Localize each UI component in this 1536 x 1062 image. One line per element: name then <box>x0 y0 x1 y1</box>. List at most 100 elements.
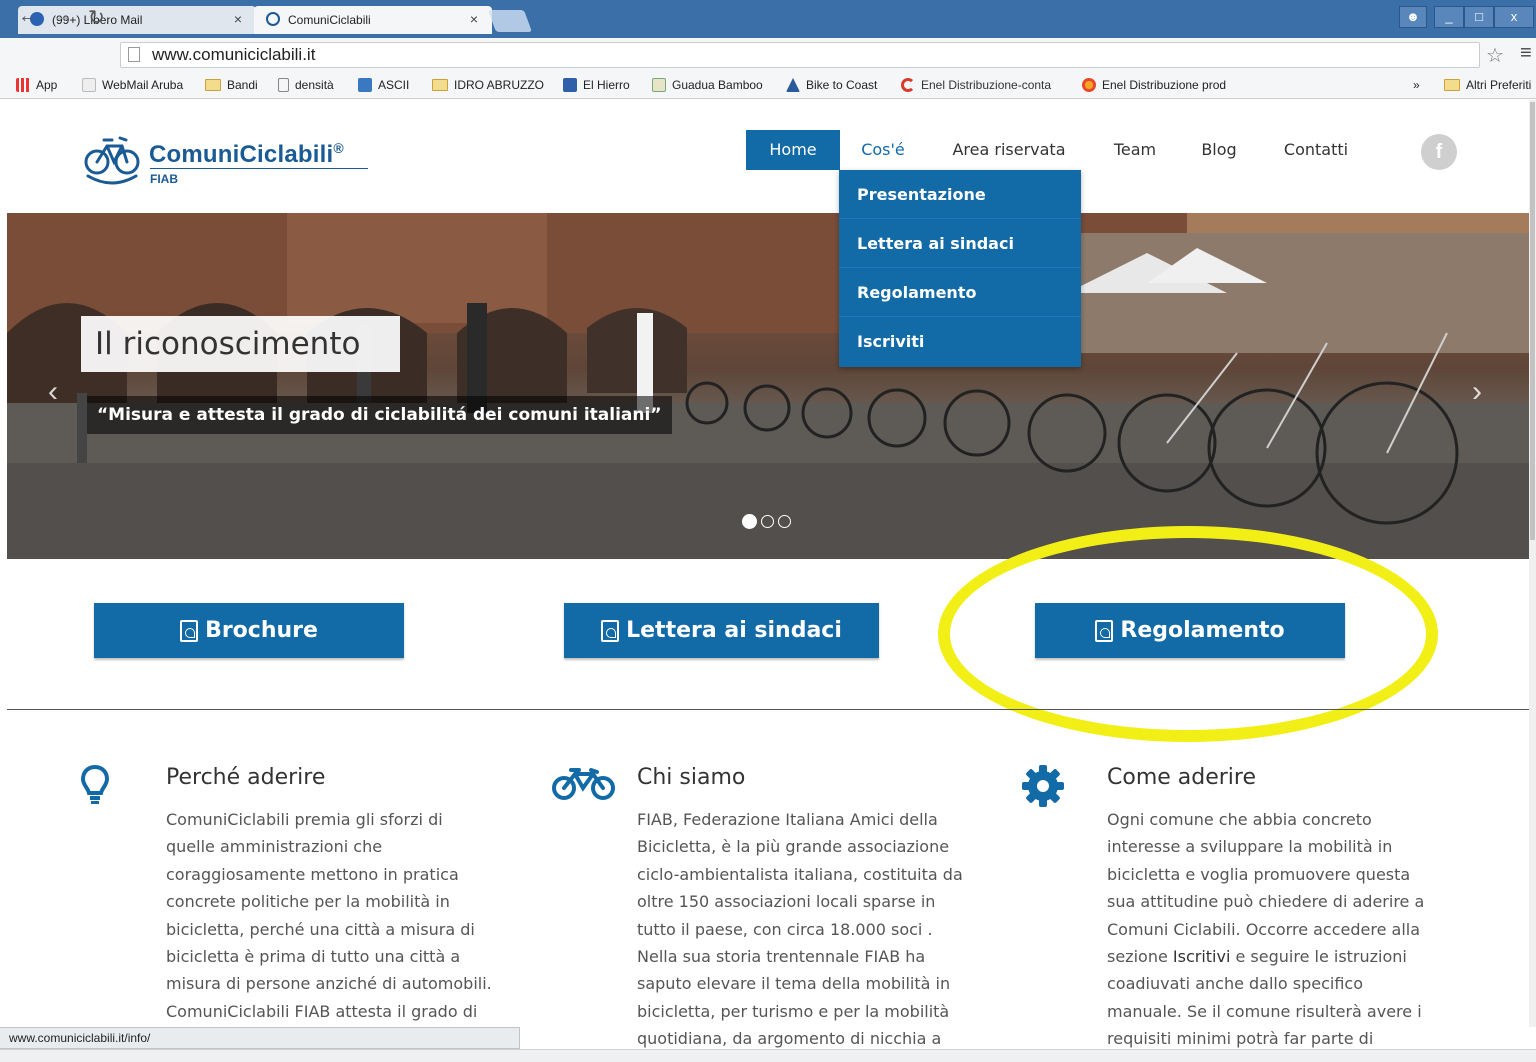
bookmark-label: App <box>36 78 58 92</box>
perche-aderire-text: ComuniCiclabili premia gli sforzi di que… <box>166 806 546 1025</box>
bookmark-label: Bandi <box>227 78 258 92</box>
tab-comuniciclabili[interactable]: ComuniCiclabili × <box>254 6 492 34</box>
profile-icon[interactable]: ☻ <box>1399 6 1427 28</box>
site-logo-text[interactable]: ComuniCiclabili® <box>149 140 344 169</box>
hero-photo <box>7 213 1529 559</box>
hierro-icon <box>563 78 577 92</box>
bookmark-altri-preferiti[interactable]: Altri Preferiti <box>1444 78 1531 92</box>
iscritivi-link[interactable]: Iscritivi <box>1173 947 1231 966</box>
pdf-icon <box>601 619 620 642</box>
come-aderire-title: Come aderire <box>1107 765 1257 790</box>
close-tab-icon[interactable]: × <box>470 11 478 27</box>
gear-icon <box>1022 765 1064 807</box>
bookmark-idro-abruzzo[interactable]: IDRO ABRUZZO <box>432 78 544 92</box>
nav-blog[interactable]: Blog <box>1188 130 1250 170</box>
back-arrow-icon[interactable]: ← <box>18 5 38 28</box>
slider-dot-2[interactable] <box>761 515 774 528</box>
slider-dot-1[interactable] <box>742 514 757 529</box>
maximize-button[interactable]: □ <box>1464 6 1494 28</box>
text-line: sua attitudine può chiedere di aderire a <box>1107 892 1425 912</box>
nav-contatti[interactable]: Contatti <box>1270 130 1362 170</box>
text-line: manuale. Se il comune risulterà avere i <box>1107 1001 1422 1021</box>
bookmark-enel-prod[interactable]: Enel Distribuzione prod <box>1082 78 1226 92</box>
close-tab-icon[interactable]: × <box>234 11 242 27</box>
text-line: tutto il paese, con circa 18.000 soci . <box>637 919 933 939</box>
bookmark-label: WebMail Aruba <box>102 78 184 92</box>
slide-subtitle: “Misura e attesta il grado di ciclabilit… <box>87 396 672 434</box>
bicycle-logo-icon[interactable] <box>82 128 142 186</box>
dropdown-presentazione[interactable]: Presentazione <box>839 170 1081 219</box>
bookmark-ascii[interactable]: ASCII <box>358 78 409 92</box>
text-line: Bicicletta, è la più grande associazione <box>637 837 950 857</box>
chi-siamo-text: FIAB, Federazione Italiana Amici della B… <box>637 806 1017 1053</box>
bookmarks-overflow[interactable]: » <box>1413 78 1420 92</box>
bookmark-densita[interactable]: densità <box>278 78 334 92</box>
cose-dropdown-menu: Presentazione Lettera ai sindaci Regolam… <box>839 170 1081 367</box>
text-line: bicicletta e voglia promuovere questa <box>1107 864 1411 884</box>
enel-star-icon <box>1082 78 1096 92</box>
bookmark-label: Guadua Bamboo <box>672 78 763 92</box>
dropdown-iscriviti[interactable]: Iscriviti <box>839 317 1081 366</box>
slider-next-icon[interactable]: › <box>1472 375 1482 409</box>
bookmark-app[interactable]: App <box>16 78 57 92</box>
text-line: ComuniCiclabili FIAB attesta il grado di <box>166 1001 478 1021</box>
section-divider <box>7 709 1529 710</box>
nav-area-riservata[interactable]: Area riservata <box>938 130 1080 170</box>
text-fragment: sezione <box>1107 947 1173 967</box>
text-line: ComuniCiclabili premia gli sforzi di <box>166 810 443 829</box>
chi-siamo-title: Chi siamo <box>637 765 746 790</box>
bookmark-label: Bike to Coast <box>806 78 878 92</box>
slider-pagination <box>742 514 791 529</box>
bicycle-icon <box>552 768 615 800</box>
menu-icon[interactable]: ≡ <box>1520 42 1532 65</box>
button-label: Brochure <box>205 618 318 643</box>
bookmark-webmail-aruba[interactable]: WebMail Aruba <box>82 78 183 92</box>
text-line: oltre 150 associazioni locali sparse in <box>637 892 936 912</box>
address-bar[interactable] <box>120 42 1480 68</box>
nav-team[interactable]: Team <box>1100 130 1170 170</box>
hero-slider[interactable] <box>7 213 1529 559</box>
bookmark-guadua-bamboo[interactable]: Guadua Bamboo <box>652 78 763 92</box>
bike-logo-icon <box>266 12 280 26</box>
text-line: bicicletta, perché una città a misura di <box>166 919 475 939</box>
bookmark-bike-to-coast[interactable]: Bike to Coast <box>786 78 877 92</box>
bookmark-star-icon[interactable]: ☆ <box>1486 43 1504 68</box>
button-label: Lettera ai sindaci <box>626 618 842 643</box>
minimize-button[interactable]: _ <box>1434 6 1464 28</box>
scrollbar-thumb[interactable] <box>1530 102 1535 540</box>
text-fragment: e seguire le istruzioni <box>1230 947 1407 967</box>
slider-dot-3[interactable] <box>778 515 791 528</box>
bookmark-enel-conta[interactable]: Enel Distribuzione-conta <box>901 78 1051 92</box>
text-line: saputo elevare il tema della mobilità in <box>637 974 951 994</box>
bookmark-el-hierro[interactable]: El Hierro <box>563 78 630 92</box>
text-line: ciclo-ambientalista italiana, costituita… <box>637 864 963 884</box>
bookmark-bandi[interactable]: Bandi <box>205 78 258 92</box>
facebook-icon[interactable]: f <box>1421 134 1457 170</box>
nav-home[interactable]: Home <box>746 130 840 170</box>
mail-icon <box>82 78 96 92</box>
brochure-button[interactable]: Brochure <box>94 603 404 658</box>
nav-cose[interactable]: Cos'é <box>846 130 920 170</box>
text-line: Nella sua storia trentennale FIAB ha <box>637 947 926 967</box>
close-window-button[interactable]: x <box>1494 6 1534 28</box>
bookmark-label: IDRO ABRUZZO <box>454 78 545 92</box>
enel-icon <box>901 78 915 92</box>
logo-fiab: FIAB <box>150 172 178 186</box>
text-line: coadiuvati anche dallo specifico <box>1107 974 1363 994</box>
dropdown-lettera-ai-sindaci[interactable]: Lettera ai sindaci <box>839 219 1081 268</box>
slide-title: Il riconoscimento <box>81 316 400 372</box>
reload-icon[interactable]: ↻ <box>88 5 105 30</box>
lettera-ai-sindaci-button[interactable]: Lettera ai sindaci <box>564 603 879 658</box>
text-line: coraggiosamente mettono in pratica <box>166 864 459 884</box>
forward-arrow-icon[interactable]: → <box>52 5 72 28</box>
slider-prev-icon[interactable]: ‹ <box>48 375 58 409</box>
pdf-icon <box>180 619 199 642</box>
dropdown-regolamento[interactable]: Regolamento <box>839 268 1081 317</box>
text-line: interesse a sviluppare la mobilità in <box>1107 837 1393 857</box>
text-line: sezione Iscritivi e seguire le istruzion… <box>1107 943 1487 970</box>
registered-mark: ® <box>333 140 344 156</box>
bookmark-label: Enel Distribuzione-conta <box>921 78 1052 92</box>
url-text[interactable]: www.comuniciclabili.it <box>152 45 315 65</box>
new-tab-button[interactable] <box>487 10 533 32</box>
text-line: Comuni Ciclabili. Occorre accedere alla <box>1107 919 1421 939</box>
